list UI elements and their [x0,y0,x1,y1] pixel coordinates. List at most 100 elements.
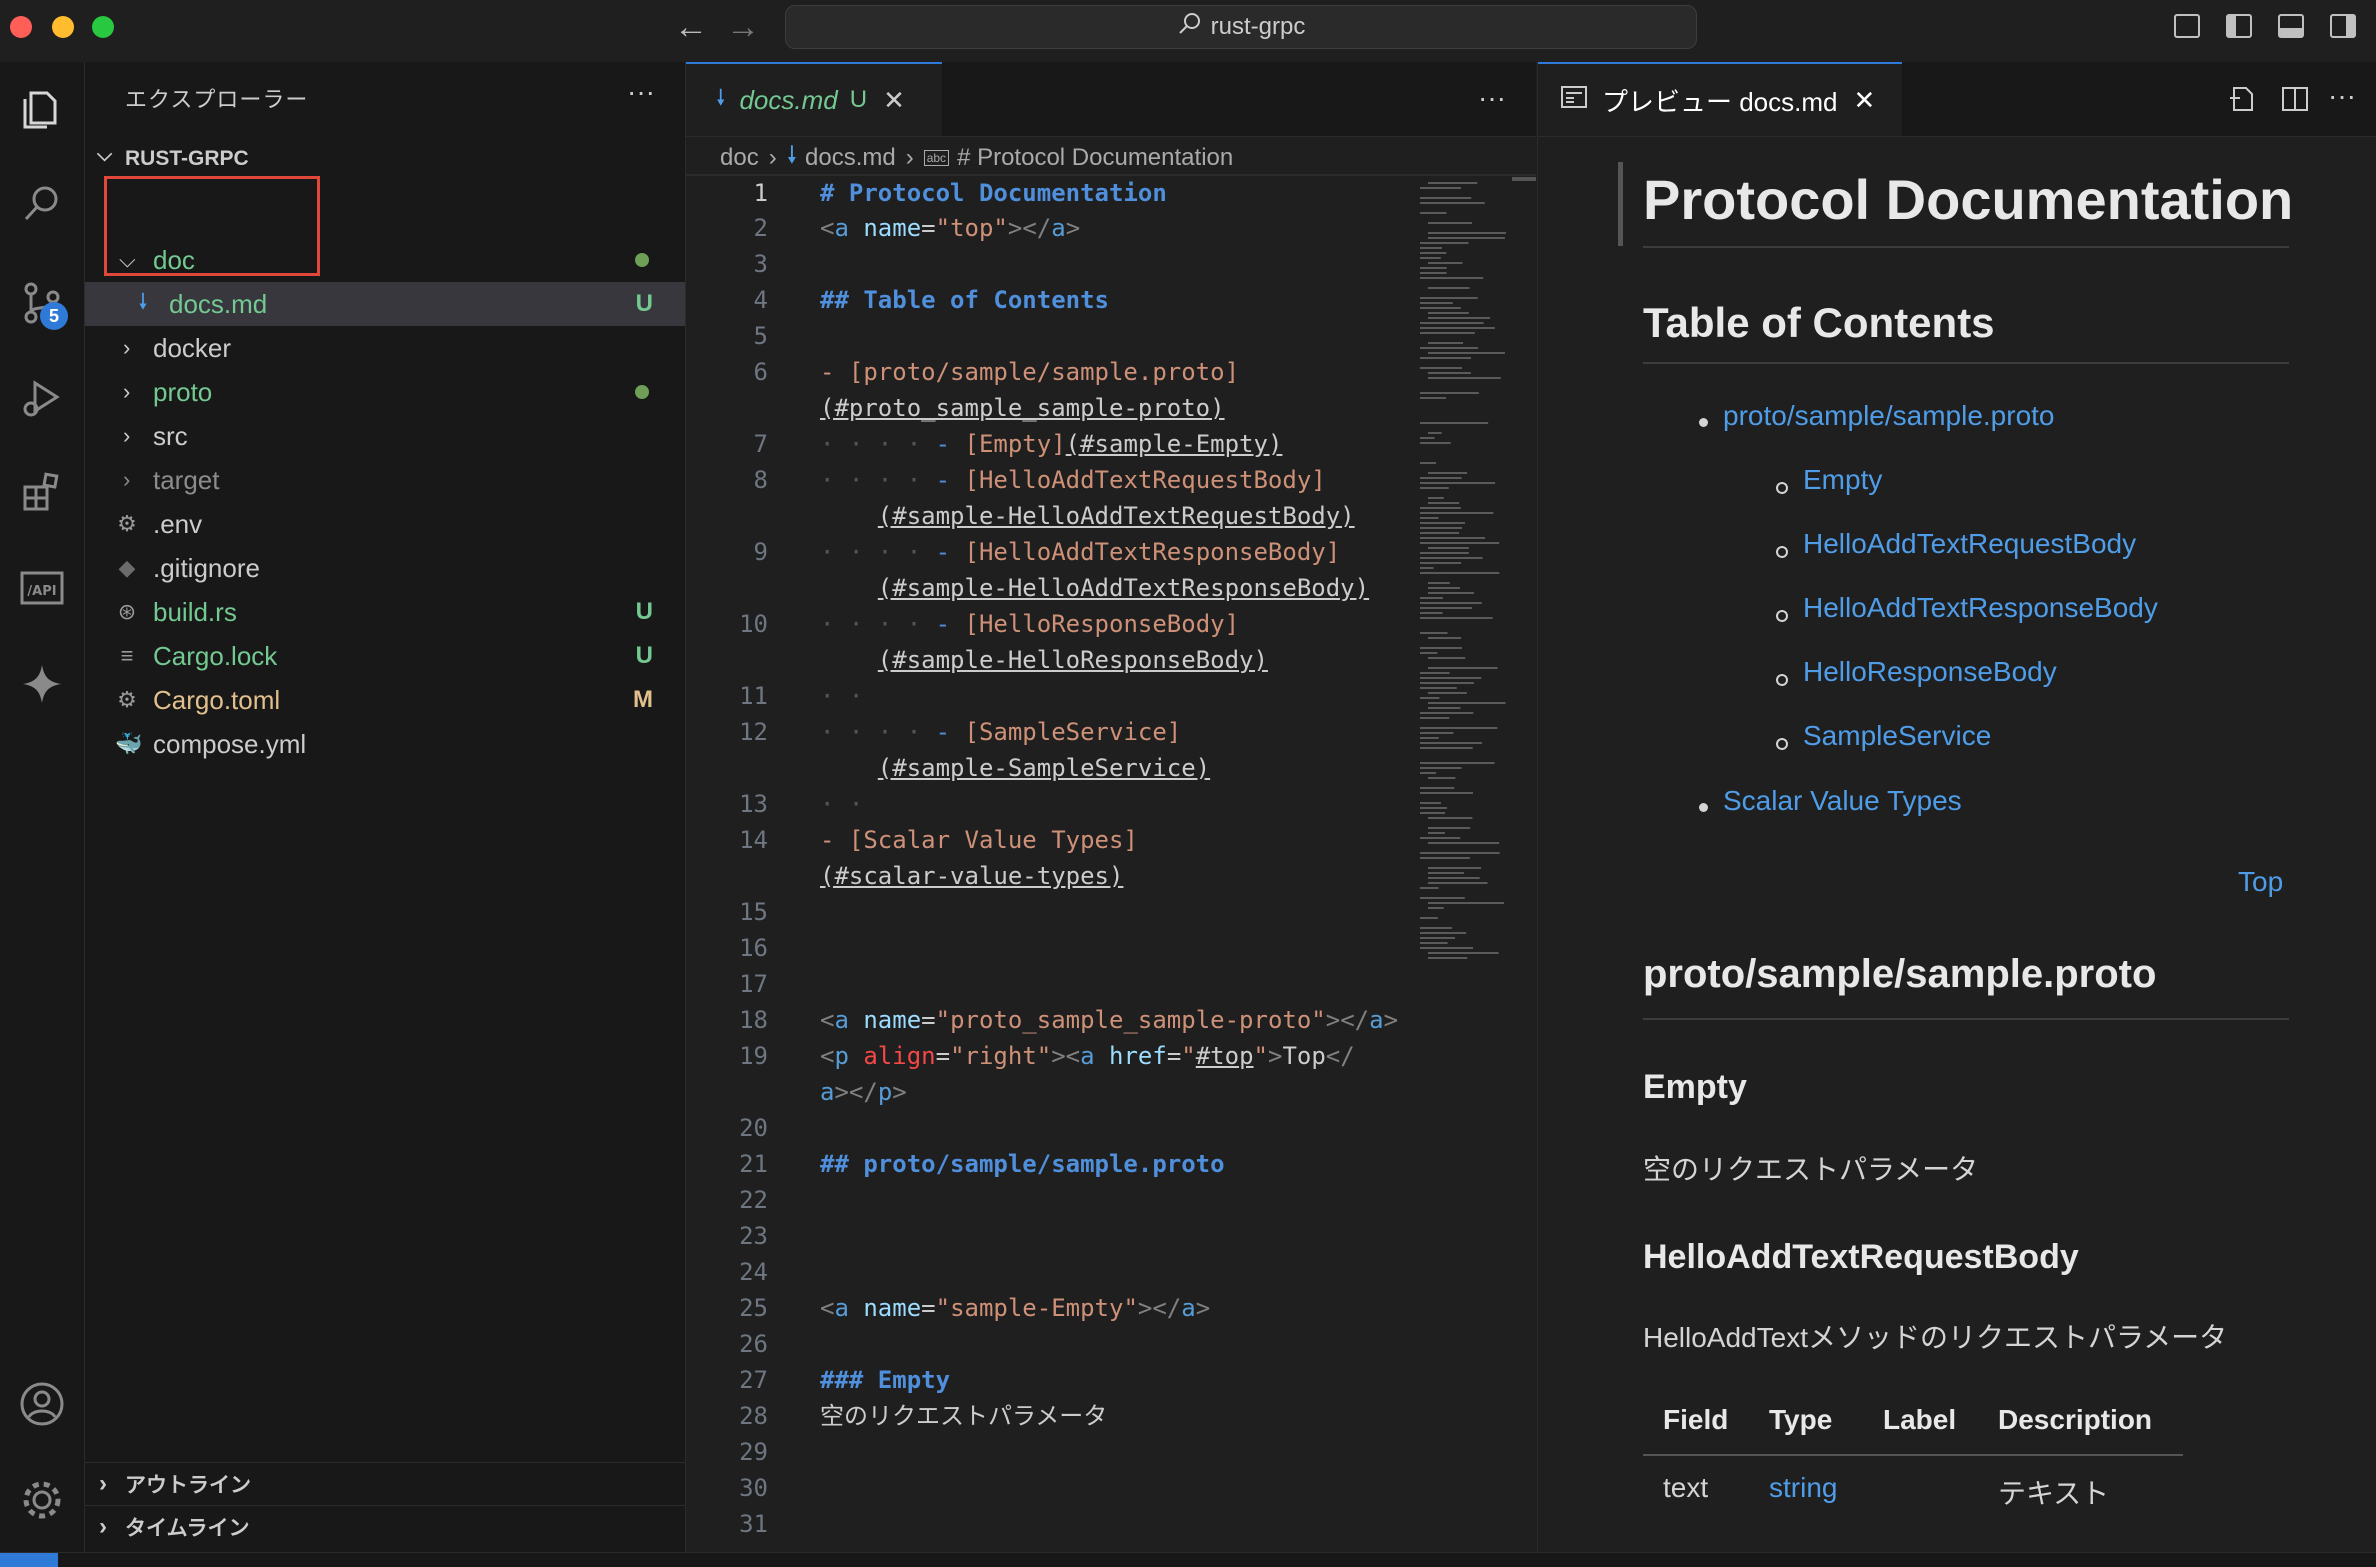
customize-layout-icon[interactable] [2174,14,2200,38]
minimap-line [1420,477,1462,479]
tree-item-cargo-lock[interactable]: ≡ Cargo.lock U [85,634,685,678]
tab-docs-md[interactable]: 🠗 docs.md U ✕ [686,62,942,136]
toggle-panel-icon[interactable] [2278,14,2304,38]
minimap-line [1420,727,1498,729]
minimap-line [1420,947,1474,949]
table-cell-type-link[interactable]: string [1769,1472,1837,1504]
tree-item-target[interactable]: › target [85,458,685,502]
tree-item-docs-md[interactable]: 🠗 docs.md U [85,282,685,326]
heading-rule [1643,1018,2289,1020]
tree-item-compose-yml[interactable]: 🐳 compose.yml [85,722,685,766]
back-arrow-icon[interactable]: ← [674,8,708,47]
run-and-debug-icon[interactable] [12,368,72,428]
git-status-badge: U [635,642,653,669]
minimap-line [1428,952,1499,954]
minimap-line [1420,697,1440,699]
tree-item-cargo-toml[interactable]: ⚙ Cargo.toml M [85,678,685,722]
tree-item-gitignore[interactable]: ◆ .gitignore [85,546,685,590]
toc-link-request-body[interactable]: HelloAddTextRequestBody [1803,528,2136,560]
split-editor-icon[interactable] [2280,84,2310,119]
settings-gear-icon[interactable] [12,1470,72,1530]
minimap-line [1420,857,1470,859]
toggle-secondary-sidebar-icon[interactable] [2330,14,2356,38]
preview-tab-bar: プレビュー docs.md ✕ ··· [1538,62,2376,137]
code-line[interactable]: 1 # Protocol Documentation [686,174,1536,207]
minimap-line [1420,297,1478,299]
open-source-icon[interactable] [2228,84,2258,119]
scrollbar-thumb[interactable] [1512,177,1536,181]
line-number: 16 [739,934,768,962]
line-number: 7 [753,430,768,458]
account-icon[interactable] [12,1374,72,1434]
toc-link-proto[interactable]: proto/sample/sample.proto [1723,400,2055,432]
explorer-more-actions-icon[interactable]: ··· [627,76,655,108]
minimap-line [1420,652,1438,654]
minimap-line [1428,232,1506,234]
line-number: 18 [739,1006,768,1034]
minimap-line [1428,432,1442,434]
minimap-line [1420,852,1500,854]
search-icon[interactable] [12,174,72,234]
breadcrumb-symbol[interactable]: # Protocol Documentation [957,144,1233,172]
minimap-line [1420,437,1435,439]
toggle-primary-sidebar-icon[interactable] [2226,14,2252,38]
tree-item-env[interactable]: ⚙ .env [85,502,685,546]
toc-link-hello-response[interactable]: HelloResponseBody [1803,656,2057,688]
forward-arrow-icon[interactable]: → [726,8,760,47]
minimap-line [1420,887,1439,889]
outline-panel-header[interactable]: › アウトライン [85,1462,685,1505]
explorer-icon[interactable] [12,80,72,140]
toc-link-sample-service[interactable]: SampleService [1803,720,1991,752]
toc-link-scalar[interactable]: Scalar Value Types [1723,785,1962,817]
tree-item-proto[interactable]: › proto [85,370,685,414]
toc-link-empty[interactable]: Empty [1803,464,1882,496]
preview-request-heading: HelloAddTextRequestBody [1643,1238,2079,1276]
minimap-line [1420,507,1461,509]
api-client-icon[interactable]: /API [12,558,72,618]
sparkle-icon[interactable] [12,654,72,714]
minimap-line [1420,522,1465,524]
command-center-search[interactable]: rust-grpc [785,5,1697,49]
minimap-line [1420,927,1452,929]
line-number: 28 [739,1402,768,1430]
toc-link-response-body[interactable]: HelloAddTextResponseBody [1803,592,2158,624]
extensions-icon[interactable] [12,462,72,522]
timeline-panel-header[interactable]: › タイムライン [85,1505,685,1548]
minimize-window-button[interactable] [52,16,74,38]
close-icon[interactable]: ✕ [883,85,905,116]
list-bullet [1776,610,1788,622]
remote-indicator[interactable] [0,1553,58,1567]
breadcrumb-folder[interactable]: doc [720,144,759,172]
line-number: 17 [739,970,768,998]
minimap[interactable] [1416,182,1512,1082]
minimap-line [1428,637,1462,639]
minimap-line [1420,397,1447,399]
line-number: 23 [739,1222,768,1250]
chevron-right-icon: › [123,467,131,492]
tree-item-label: Cargo.toml [153,684,281,715]
chevron-right-icon: › [768,144,777,171]
line-number: 4 [753,286,768,314]
table-cell-field: text [1663,1472,1709,1503]
zoom-window-button[interactable] [92,16,114,38]
editor-more-actions-icon[interactable]: ··· [1478,82,1506,114]
tab-preview-docs-md[interactable]: プレビュー docs.md ✕ [1538,62,1902,136]
table-header-rule [1643,1454,2183,1456]
minimap-line [1420,747,1473,749]
preview-more-actions-icon[interactable]: ··· [2328,80,2356,112]
breadcrumb-file[interactable]: docs.md [805,144,896,172]
search-icon [1177,11,1203,44]
close-icon[interactable]: ✕ [1854,85,1876,116]
minimap-line [1420,807,1447,809]
minimap-line [1420,597,1443,599]
close-window-button[interactable] [10,16,32,38]
minimap-line [1428,287,1470,289]
project-folder-header[interactable]: ⌵ RUST-GRPC [85,142,685,178]
tree-item-docker[interactable]: › docker [85,326,685,370]
tree-item-build-rs[interactable]: ⊛ build.rs U [85,590,685,634]
minimap-line [1420,787,1455,789]
git-modified-dot [635,253,649,267]
tree-item-src[interactable]: › src [85,414,685,458]
top-link[interactable]: Top [2238,866,2283,898]
tab-label: プレビュー docs.md [1602,86,1838,117]
